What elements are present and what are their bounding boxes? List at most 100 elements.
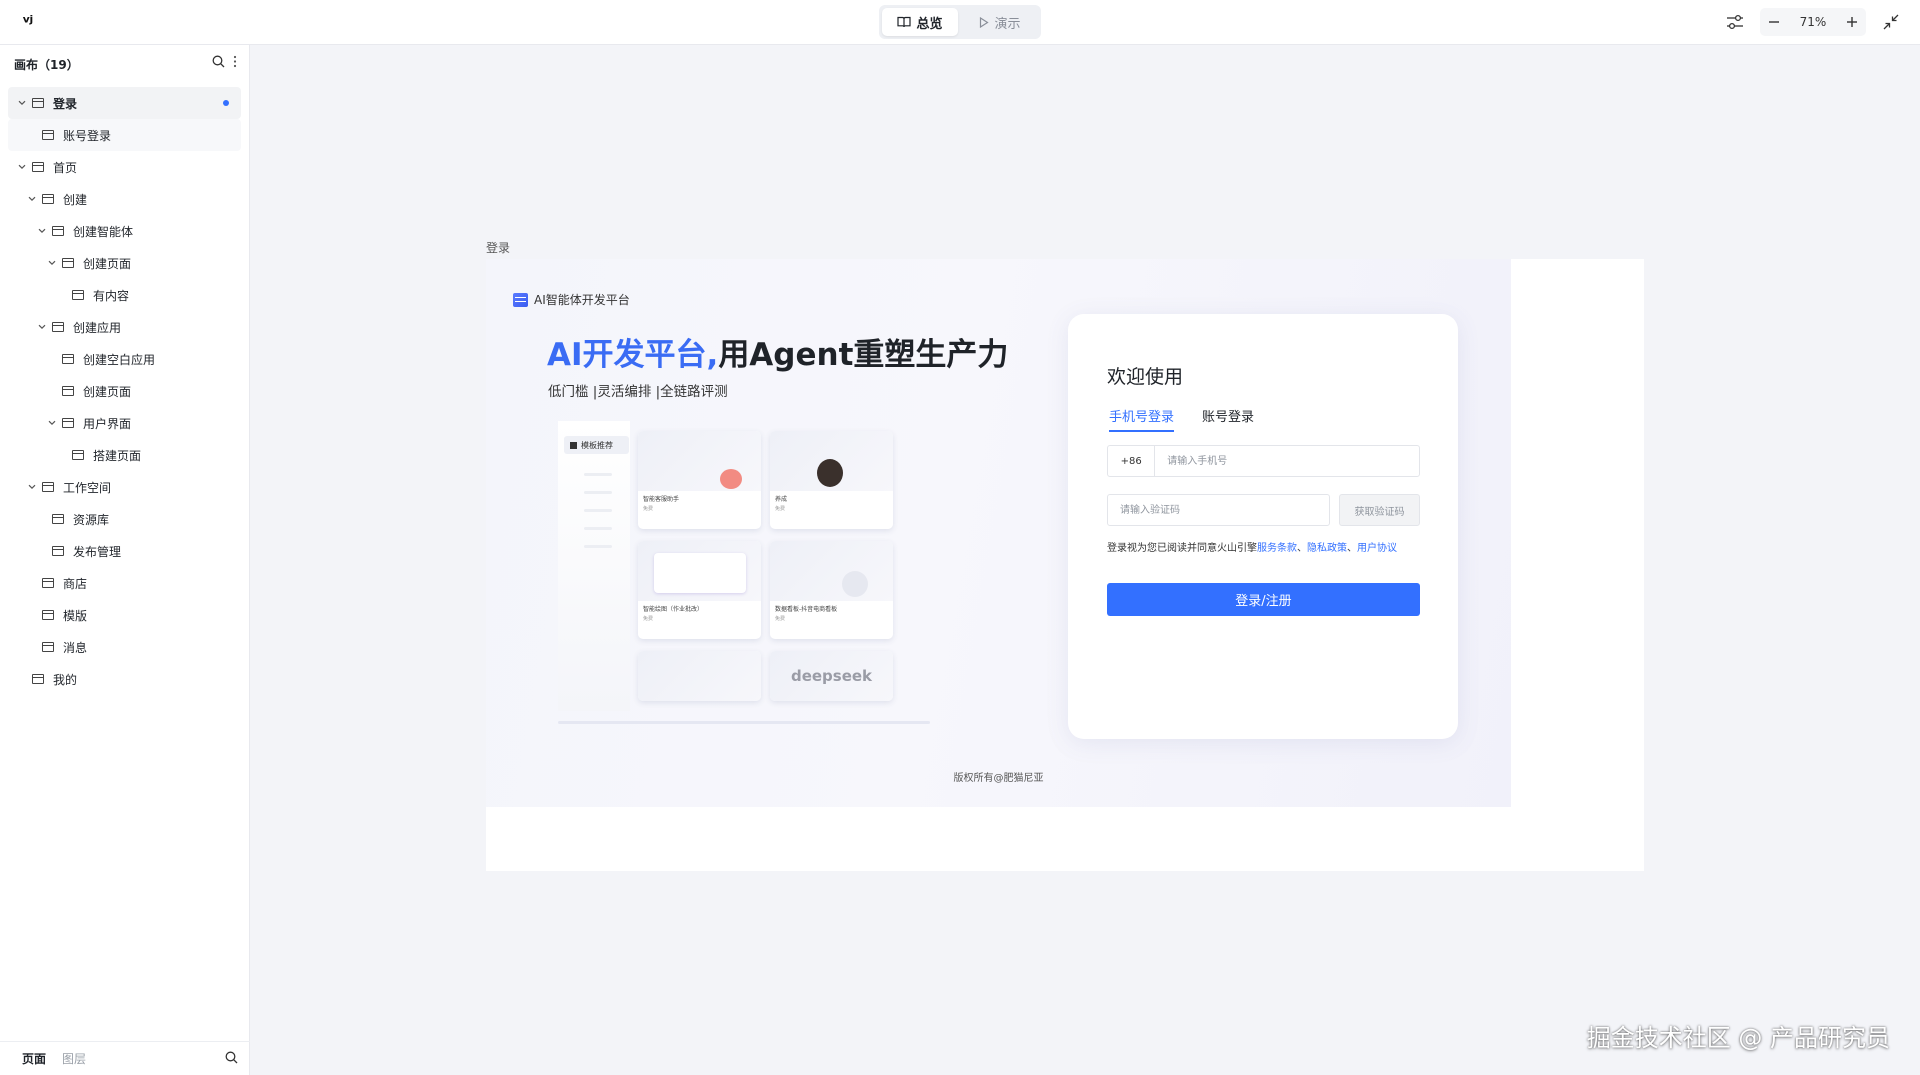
sliders-icon xyxy=(1727,14,1743,30)
sidebar-item-label: 创建 xyxy=(63,192,88,207)
zoom-out-button[interactable] xyxy=(1760,8,1788,36)
chevron-down-icon[interactable] xyxy=(36,324,48,330)
page-icon xyxy=(52,514,64,524)
chevron-down-icon[interactable] xyxy=(46,420,58,426)
overview-label: 总览 xyxy=(916,16,943,32)
sidebar-item[interactable]: 创建页面 xyxy=(8,247,241,279)
page-tree: 登录 账号登录 首页 创建 创建智能体 创建页面 有内容 创建应用 创建空白应用 创建页面 用户界面… xyxy=(0,83,249,699)
sidebar-item[interactable]: 用户界面 xyxy=(8,407,241,439)
preview-card-image xyxy=(638,431,761,491)
preview-card: deepseek xyxy=(770,651,893,701)
zoom-level[interactable]: 71% xyxy=(1788,15,1838,29)
sidebar-item[interactable]: 创建空白应用 xyxy=(8,343,241,375)
sidebar-item-label: 创建智能体 xyxy=(73,224,134,239)
more-vertical-icon[interactable] xyxy=(233,55,237,68)
chevron-down-icon[interactable] xyxy=(26,196,38,202)
preview-line xyxy=(584,545,612,548)
preview-card-meta: 免费 xyxy=(775,506,786,512)
preview-card-deepseek: deepseek xyxy=(770,651,893,701)
sidebar-item-label: 创建页面 xyxy=(83,384,132,399)
active-indicator-dot xyxy=(223,100,229,106)
login-frame[interactable]: AI智能体开发平台 AI开发平台,用Agent重塑生产力 低门槛 |灵活编排 |… xyxy=(486,259,1644,871)
hero-title-highlight: AI开发平台, xyxy=(547,337,719,373)
preview-card-title: 智能绘图（作业批改） xyxy=(643,606,704,613)
page-icon xyxy=(62,258,74,268)
sidebar-item[interactable]: 工作空间 xyxy=(8,471,241,503)
page-icon xyxy=(52,322,64,332)
tab-layers[interactable]: 图层 xyxy=(62,1050,86,1067)
sidebar-item-label: 有内容 xyxy=(93,288,130,303)
present-button[interactable]: 演示 xyxy=(962,8,1038,36)
preview-divider xyxy=(558,721,930,724)
hero-subtitle: 低门槛 |灵活编排 |全链路评测 xyxy=(548,384,728,400)
preview-sidebar: 模板推荐 xyxy=(558,421,630,711)
chevron-down-icon[interactable] xyxy=(16,100,28,106)
sidebar-item[interactable]: 创建应用 xyxy=(8,311,241,343)
search-icon[interactable] xyxy=(212,55,225,68)
welcome-title: 欢迎使用 xyxy=(1107,366,1184,388)
canvas-count-title: 画布（19） xyxy=(14,57,79,72)
preview-card-image xyxy=(638,541,761,601)
chevron-down-icon[interactable] xyxy=(46,260,58,266)
sidebar-item[interactable]: 登录 xyxy=(8,87,241,119)
sidebar-item[interactable]: 搭建页面 xyxy=(8,439,241,471)
sidebar-item[interactable]: 创建页面 xyxy=(8,375,241,407)
sidebar-item-label: 创建页面 xyxy=(83,256,132,271)
preview-card: 智能绘图（作业批改） 免费 xyxy=(638,541,761,639)
sidebar-item[interactable]: 我的 xyxy=(8,663,241,695)
sidebar-item[interactable]: 创建 xyxy=(8,183,241,215)
sidebar-item-label: 用户界面 xyxy=(83,416,132,431)
preview-line xyxy=(584,473,612,476)
settings-sliders-button[interactable] xyxy=(1720,7,1750,37)
overview-button[interactable]: 总览 xyxy=(882,8,958,36)
collapse-button[interactable] xyxy=(1876,7,1906,37)
page-icon xyxy=(32,674,44,684)
app-logo[interactable]: ᵛʲ xyxy=(22,13,33,33)
tab-account-login[interactable]: 账号登录 xyxy=(1202,406,1254,432)
page-icon xyxy=(72,290,84,300)
preview-line xyxy=(584,509,612,512)
preview-card: 智能客服助手 免费 xyxy=(638,431,761,529)
login-register-button[interactable]: 登录/注册 xyxy=(1107,583,1420,616)
get-code-button[interactable]: 获取验证码 xyxy=(1339,494,1420,526)
preview-tab-label: 模板推荐 xyxy=(581,440,613,450)
top-bar: ᵛʲ 总览 演示 71% xyxy=(0,0,1920,45)
chevron-down-icon[interactable] xyxy=(16,164,28,170)
country-code-select[interactable]: +86 xyxy=(1108,446,1156,476)
chevron-down-icon[interactable] xyxy=(26,484,38,490)
sidebar-item[interactable]: 商店 xyxy=(8,567,241,599)
tab-phone-login[interactable]: 手机号登录 xyxy=(1109,406,1175,432)
sidebar-item[interactable]: 资源库 xyxy=(8,503,241,535)
sidebar-item[interactable]: 模版 xyxy=(8,599,241,631)
code-input[interactable] xyxy=(1108,495,1329,525)
phone-input[interactable] xyxy=(1155,446,1419,476)
chevron-down-icon[interactable] xyxy=(36,228,48,234)
sidebar-item[interactable]: 消息 xyxy=(8,631,241,663)
right-toolbar: 71% xyxy=(1720,7,1906,37)
phone-field: +86 xyxy=(1107,445,1420,477)
page-icon xyxy=(42,610,54,620)
preview-card-meta: 免费 xyxy=(775,616,786,622)
tab-pages[interactable]: 页面 xyxy=(22,1050,46,1067)
privacy-link[interactable]: 隐私政策 xyxy=(1307,543,1347,554)
brand-logo-icon xyxy=(513,292,528,307)
watermark-text: 掘金技术社区 @ 产品研究员 xyxy=(1586,1024,1890,1052)
sidebar-item-label: 我的 xyxy=(53,672,78,687)
page-icon xyxy=(42,194,54,204)
sidebar-item-label: 登录 xyxy=(53,96,78,111)
frame-label[interactable]: 登录 xyxy=(486,239,510,256)
brand: AI智能体开发平台 xyxy=(513,291,630,308)
collapse-arrows-icon xyxy=(1883,14,1899,30)
template-preview-image: 模板推荐 智能客服助手 免费 养成 免费 智能绘图（作业批改） 免费 数据看板-… xyxy=(558,421,930,726)
sidebar-item[interactable]: 发布管理 xyxy=(8,535,241,567)
search-icon[interactable] xyxy=(225,1051,238,1064)
user-agreement-link[interactable]: 用户协议 xyxy=(1357,543,1397,554)
sidebar: 画布（19） 登录 账号登录 首页 创建 创建智能体 创建页面 有内容 创建应用 创建空白应用创… xyxy=(0,45,250,1075)
zoom-in-button[interactable] xyxy=(1838,8,1866,36)
sidebar-item[interactable]: 创建智能体 xyxy=(8,215,241,247)
sidebar-item[interactable]: 账号登录 xyxy=(8,119,241,151)
sidebar-item[interactable]: 首页 xyxy=(8,151,241,183)
terms-link[interactable]: 服务条款 xyxy=(1257,543,1297,554)
preview-card-meta: 免费 xyxy=(643,616,654,622)
sidebar-item[interactable]: 有内容 xyxy=(8,279,241,311)
